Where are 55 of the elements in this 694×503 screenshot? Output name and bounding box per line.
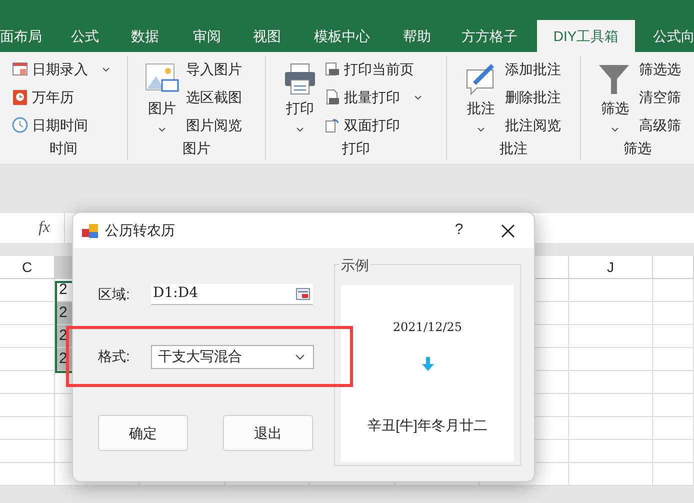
document-icon <box>324 117 340 133</box>
table-cell[interactable]: 2 <box>57 302 73 324</box>
ribbon-button[interactable]: 批注阅览 <box>505 114 561 136</box>
ribbon-button[interactable]: 打印当前页 <box>324 58 422 80</box>
ribbon-button[interactable]: 选区截图 <box>186 86 242 108</box>
window-title: 公历转农历 <box>105 221 175 240</box>
ribbon-button[interactable]: 日期录入 <box>12 58 110 80</box>
app-icon <box>81 222 99 240</box>
group-label: 批注 <box>498 139 528 158</box>
large-ribbon-button[interactable]: 筛选 <box>595 58 635 138</box>
ribbon-tab[interactable]: 审阅 <box>182 20 232 52</box>
ribbon-button[interactable]: 高级筛 <box>639 114 681 136</box>
ribbon-button[interactable]: 双面打印 <box>324 114 422 136</box>
ribbon-button[interactable]: 日期时间 <box>12 114 110 136</box>
column-header[interactable]: C <box>22 257 32 278</box>
group-label: 筛选 <box>622 139 652 158</box>
group-label: 时间 <box>48 139 78 158</box>
range-picker-icon <box>296 288 310 300</box>
ribbon-button[interactable]: 添加批注 <box>505 58 561 80</box>
input-field[interactable]: D1:D4 <box>151 284 313 304</box>
ribbon-button[interactable]: 删除批注 <box>505 86 561 108</box>
large-ribbon-button[interactable]: 图片 <box>142 58 182 138</box>
ribbon-button[interactable]: 导入图片 <box>186 58 242 80</box>
dialog-button[interactable]: 退出 <box>223 415 313 451</box>
field-label: 格式: <box>98 347 131 366</box>
dialog-button[interactable]: 确定 <box>98 415 188 451</box>
ribbon-button[interactable]: 清空筛 <box>639 86 681 108</box>
ribbon-button[interactable]: 万年历 <box>12 86 110 108</box>
format-dropdown[interactable]: 干支大写混合 <box>151 344 314 368</box>
ribbon-tab[interactable]: 帮助 <box>392 20 442 52</box>
ribbon-button[interactable]: 批量打印 <box>324 86 422 108</box>
ribbon-tab[interactable]: 公式 <box>60 20 110 52</box>
ribbon-tab[interactable]: 面布局 <box>0 20 58 52</box>
arrow-down-icon <box>422 357 434 371</box>
ribbon-tab[interactable]: DIY工具箱 <box>537 20 635 52</box>
function-icon[interactable]: fx <box>38 216 50 240</box>
field-label: 区域: <box>98 284 131 304</box>
group-label: 图片 <box>182 139 212 158</box>
group-label: 打印 <box>341 139 371 158</box>
clock-icon <box>12 117 28 133</box>
ribbon-tab[interactable]: 方方格子 <box>452 20 527 52</box>
chevron-down-icon <box>295 354 305 360</box>
close-icon <box>501 224 515 238</box>
large-ribbon-button[interactable]: 批注 <box>461 58 501 138</box>
ribbon-tab[interactable]: 模板中心 <box>302 20 382 52</box>
help-button[interactable]: ? <box>446 219 472 242</box>
ribbon-tab[interactable]: 公式向 <box>644 20 694 52</box>
column-header[interactable]: J <box>607 257 614 278</box>
ribbon-tab[interactable]: 视图 <box>242 20 292 52</box>
ribbon-button[interactable]: 筛选选 <box>639 58 681 80</box>
date-text: 2021/12/25 <box>392 319 462 336</box>
lunar-date-text: 辛丑[牛]年冬月廿二 <box>368 416 488 435</box>
ribbon-tab[interactable]: 数据 <box>120 20 170 52</box>
ribbon-button[interactable]: 图片阅览 <box>186 114 242 136</box>
large-ribbon-button[interactable]: 打印 <box>280 58 320 138</box>
